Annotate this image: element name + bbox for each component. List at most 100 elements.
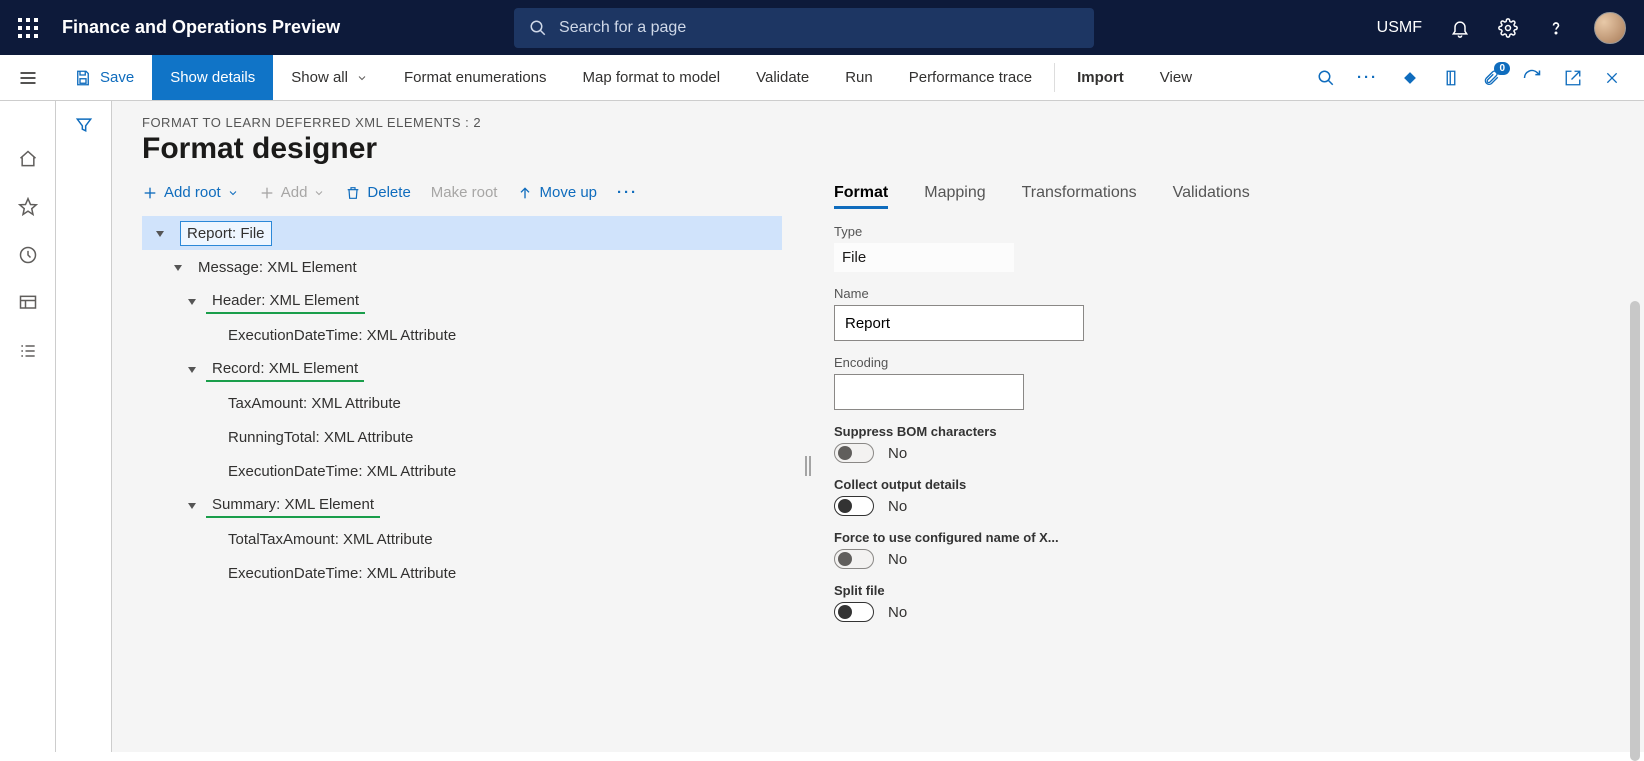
tree-node-report[interactable]: Report: File <box>142 216 782 250</box>
hamburger-icon[interactable] <box>18 68 38 88</box>
field-encoding: Encoding <box>834 355 1604 410</box>
encoding-label: Encoding <box>834 355 1604 370</box>
tree-node-running[interactable]: RunningTotal: XML Attribute <box>142 420 782 454</box>
add-root-button[interactable]: Add root <box>142 184 239 201</box>
close-icon[interactable] <box>1604 70 1620 86</box>
command-separator <box>1054 63 1055 92</box>
caret-icon[interactable] <box>184 497 200 514</box>
show-details-button[interactable]: Show details <box>152 55 273 100</box>
tree-node-totaltax[interactable]: TotalTaxAmount: XML Attribute <box>142 522 782 556</box>
filter-rail <box>56 101 112 752</box>
popout-icon[interactable] <box>1564 69 1582 87</box>
vertical-scrollbar[interactable] <box>1630 301 1640 761</box>
attachments-badge: 0 <box>1494 62 1510 75</box>
force-name-value: No <box>888 551 907 568</box>
tab-validations[interactable]: Validations <box>1173 180 1250 209</box>
filter-icon[interactable] <box>74 115 94 752</box>
add-button[interactable]: Add <box>259 184 326 201</box>
modules-icon[interactable] <box>18 341 38 361</box>
field-suppress-bom: Suppress BOM characters No <box>834 424 1604 463</box>
breadcrumb: FORMAT TO LEARN DEFERRED XML ELEMENTS : … <box>112 115 1644 130</box>
delete-button[interactable]: Delete <box>345 184 410 201</box>
format-enumerations-button[interactable]: Format enumerations <box>386 55 565 100</box>
properties-pane: Format Mapping Transformations Validatio… <box>834 180 1644 752</box>
chevron-down-icon <box>356 72 368 84</box>
split-file-label: Split file <box>834 583 1604 598</box>
search-box[interactable] <box>514 8 1094 48</box>
tree-node-record[interactable]: Record: XML Element <box>142 352 782 386</box>
office-icon[interactable] <box>1442 68 1460 88</box>
format-tree: Report: File Message: XML Element Header… <box>142 215 782 590</box>
avatar[interactable] <box>1594 12 1626 44</box>
page-title: Format designer <box>112 130 1644 180</box>
search-action-icon[interactable] <box>1317 69 1335 87</box>
caret-icon[interactable] <box>170 259 186 276</box>
view-button[interactable]: View <box>1142 55 1210 100</box>
refresh-icon[interactable] <box>1522 68 1542 88</box>
tree-node-header[interactable]: Header: XML Element <box>142 284 782 318</box>
tree-node-exec2[interactable]: ExecutionDateTime: XML Attribute <box>142 454 782 488</box>
tree-toolbar: Add root Add Delete Make root <box>142 180 782 215</box>
chevron-down-icon <box>227 187 239 199</box>
help-icon[interactable] <box>1546 18 1566 38</box>
field-collect-output: Collect output details No <box>834 477 1604 516</box>
split-file-value: No <box>888 604 907 621</box>
force-name-label: Force to use configured name of X... <box>834 530 1604 545</box>
validate-button[interactable]: Validate <box>738 55 827 100</box>
tree-pane: Add root Add Delete Make root <box>142 180 782 752</box>
app-title: Finance and Operations Preview <box>62 17 340 38</box>
import-button[interactable]: Import <box>1059 55 1142 100</box>
home-icon[interactable] <box>18 149 38 169</box>
tree-more-icon[interactable]: ··· <box>617 184 638 201</box>
tab-mapping[interactable]: Mapping <box>924 180 985 209</box>
show-all-button[interactable]: Show all <box>273 55 386 100</box>
more-actions-icon[interactable]: ··· <box>1357 69 1378 86</box>
collect-output-label: Collect output details <box>834 477 1604 492</box>
tree-node-exec3[interactable]: ExecutionDateTime: XML Attribute <box>142 556 782 590</box>
suppress-bom-label: Suppress BOM characters <box>834 424 1604 439</box>
tab-transformations[interactable]: Transformations <box>1022 180 1137 209</box>
tree-node-message[interactable]: Message: XML Element <box>142 250 782 284</box>
attachments-icon[interactable]: 0 <box>1482 68 1500 88</box>
recent-icon[interactable] <box>18 245 38 265</box>
command-bar-right: ··· 0 <box>1317 55 1644 100</box>
star-icon[interactable] <box>18 197 38 217</box>
body: FORMAT TO LEARN DEFERRED XML ELEMENTS : … <box>0 101 1644 752</box>
command-bar: Save Show details Show all Format enumer… <box>0 55 1644 101</box>
side-rail <box>0 101 56 752</box>
save-button[interactable]: Save <box>56 55 152 100</box>
properties-tabs: Format Mapping Transformations Validatio… <box>834 180 1604 210</box>
make-root-button[interactable]: Make root <box>431 184 498 201</box>
type-value: File <box>834 243 1014 272</box>
map-format-button[interactable]: Map format to model <box>565 55 739 100</box>
app-launcher-icon[interactable] <box>18 18 38 38</box>
field-name: Name <box>834 286 1604 341</box>
move-up-button[interactable]: Move up <box>517 184 597 201</box>
gear-icon[interactable] <box>1498 18 1518 38</box>
tree-node-tax[interactable]: TaxAmount: XML Attribute <box>142 386 782 420</box>
workspace-icon[interactable] <box>18 293 38 313</box>
suppress-bom-toggle[interactable] <box>834 443 874 463</box>
run-button[interactable]: Run <box>827 55 891 100</box>
splitter-handle[interactable] <box>802 180 814 752</box>
performance-trace-button[interactable]: Performance trace <box>891 55 1050 100</box>
diamond-icon[interactable] <box>1400 68 1420 88</box>
collect-output-value: No <box>888 498 907 515</box>
caret-icon[interactable] <box>152 225 168 242</box>
tree-node-summary[interactable]: Summary: XML Element <box>142 488 782 522</box>
field-split-file: Split file No <box>834 583 1604 622</box>
caret-icon[interactable] <box>184 293 200 310</box>
name-input[interactable] <box>834 305 1084 341</box>
caret-icon[interactable] <box>184 361 200 378</box>
collect-output-toggle[interactable] <box>834 496 874 516</box>
force-name-toggle[interactable] <box>834 549 874 569</box>
tree-node-exec1[interactable]: ExecutionDateTime: XML Attribute <box>142 318 782 352</box>
search-input[interactable] <box>557 18 1080 38</box>
header-right: USMF <box>1377 12 1626 44</box>
encoding-input[interactable] <box>834 374 1024 410</box>
tab-format[interactable]: Format <box>834 180 888 209</box>
company-code[interactable]: USMF <box>1377 19 1422 37</box>
bell-icon[interactable] <box>1450 18 1470 38</box>
save-label: Save <box>100 69 134 86</box>
split-file-toggle[interactable] <box>834 602 874 622</box>
